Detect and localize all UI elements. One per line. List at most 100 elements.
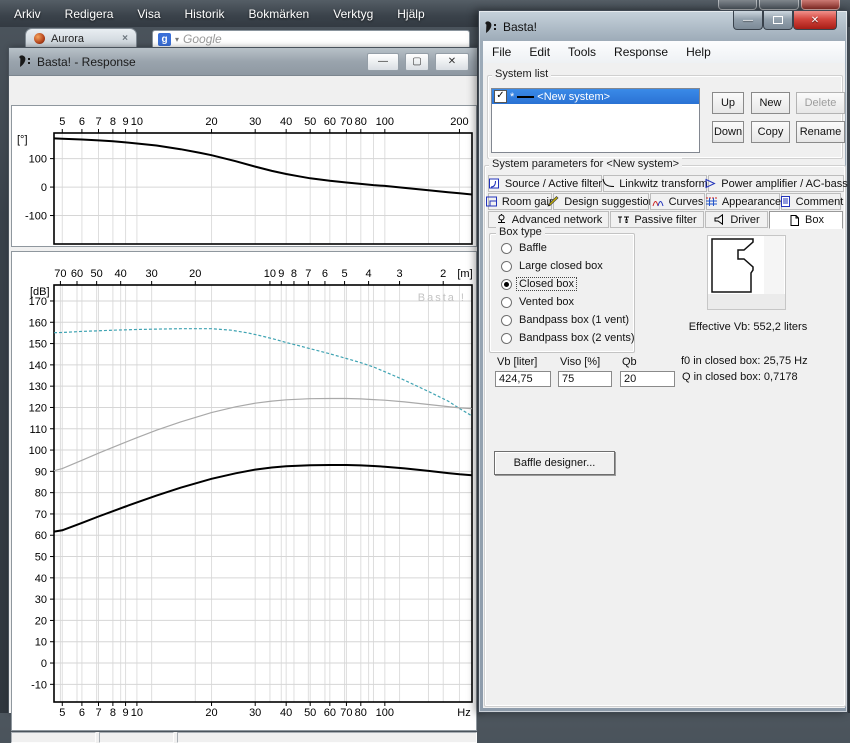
radio-icon[interactable]: [501, 333, 512, 344]
menu-edit[interactable]: Edit: [520, 45, 559, 59]
radio-icon[interactable]: [501, 315, 512, 326]
browser-maximize-button[interactable]: [759, 0, 798, 10]
svg-text:7: 7: [305, 268, 311, 280]
radio-bandpass-1[interactable]: Bandpass box (1 vent): [501, 313, 631, 327]
browser-tab-aurora[interactable]: Aurora ×: [25, 28, 137, 48]
svg-text:60: 60: [324, 116, 336, 128]
baffle-designer-button[interactable]: Baffle designer...: [494, 451, 615, 475]
minimize-button[interactable]: —: [367, 53, 399, 71]
tab-label: Passive filter: [634, 214, 696, 226]
browser-menu-bokmarken[interactable]: Bokmärken: [249, 7, 310, 21]
minimize-button[interactable]: —: [733, 11, 763, 30]
tab-driver[interactable]: Driver: [705, 211, 768, 228]
tab-curves[interactable]: Curves: [650, 193, 705, 210]
svg-text:10: 10: [35, 637, 47, 649]
tab-passive-filter[interactable]: Passive filter: [610, 211, 704, 228]
up-button[interactable]: Up: [712, 92, 744, 114]
svg-text:8: 8: [110, 707, 116, 719]
copy-button[interactable]: Copy: [751, 121, 790, 143]
browser-menu-historik[interactable]: Historik: [185, 7, 225, 21]
tab-comment[interactable]: Comment: [781, 193, 841, 210]
svg-text:2: 2: [440, 268, 446, 280]
system-list-item-selected[interactable]: ✓ * <New system>: [492, 89, 699, 104]
amplifier-triangle-icon: [704, 178, 717, 189]
radio-bandpass-2[interactable]: Bandpass box (2 vents): [501, 331, 637, 345]
system-checkbox-checked[interactable]: ✓: [494, 90, 507, 103]
radio-icon[interactable]: [501, 297, 512, 308]
browser-menu-hjalp[interactable]: Hjälp: [397, 7, 424, 21]
close-button[interactable]: ✕: [793, 11, 837, 30]
browser-close-button[interactable]: [801, 0, 840, 10]
qb-label: Qb: [622, 356, 637, 368]
radio-baffle[interactable]: Baffle: [501, 241, 549, 255]
menu-tools[interactable]: Tools: [559, 45, 605, 59]
box-icon: [788, 215, 801, 226]
svg-text:30: 30: [249, 707, 261, 719]
vb-input[interactable]: 424,75: [495, 371, 551, 387]
qb-input[interactable]: 20: [620, 371, 675, 387]
close-button[interactable]: ✕: [435, 53, 469, 71]
tab-box[interactable]: Box: [769, 211, 843, 229]
browser-menu-redigera[interactable]: Redigera: [65, 7, 114, 21]
google-icon: g: [158, 33, 171, 46]
browser-search-box[interactable]: g ▾ Google: [152, 30, 470, 48]
svg-text:70: 70: [340, 707, 352, 719]
svg-text:6: 6: [322, 268, 328, 280]
viso-input[interactable]: 75: [558, 371, 612, 387]
menu-file[interactable]: File: [483, 45, 520, 59]
svg-text:30: 30: [249, 116, 261, 128]
browser-minimize-button[interactable]: [718, 0, 757, 10]
system-listbox[interactable]: ✓ * <New system>: [491, 88, 700, 153]
vb-label: Vb [liter]: [497, 356, 537, 368]
svg-text:80: 80: [35, 488, 47, 500]
linkwitz-curve-icon: [602, 178, 615, 189]
response-titlebar[interactable]: Basta! - Response — ▢ ✕: [9, 48, 477, 76]
svg-text:6: 6: [79, 116, 85, 128]
browser-menu-arkiv[interactable]: Arkiv: [14, 7, 41, 21]
tab-source-active-filter[interactable]: Source / Active filter: [488, 175, 602, 192]
menu-response[interactable]: Response: [605, 45, 677, 59]
tab-label: Curves: [669, 196, 704, 208]
radio-icon-selected[interactable]: [501, 279, 512, 290]
svg-text:80: 80: [355, 116, 367, 128]
tab-linkwitz-transform[interactable]: Linkwitz transform: [603, 175, 707, 192]
tab-design-suggestion[interactable]: Design suggestion: [553, 193, 649, 210]
rename-button[interactable]: Rename: [796, 121, 845, 143]
maximize-button[interactable]: ▢: [405, 53, 429, 71]
search-engine-dropdown-icon[interactable]: ▾: [175, 35, 179, 44]
tab-power-amplifier[interactable]: Power amplifier / AC-bass: [708, 175, 844, 192]
radio-icon[interactable]: [501, 243, 512, 254]
curve-color-sample: [517, 96, 534, 98]
tab-appearance[interactable]: Appearance: [706, 193, 780, 210]
maximize-button[interactable]: [763, 11, 793, 30]
browser-menu-visa[interactable]: Visa: [137, 7, 160, 21]
browser-menu-verktyg[interactable]: Verktyg: [333, 7, 373, 21]
svg-text:9: 9: [123, 116, 129, 128]
radio-vented-box[interactable]: Vented box: [501, 295, 576, 309]
radio-large-closed-box[interactable]: Large closed box: [501, 259, 605, 273]
svg-text:Basta !: Basta !: [418, 292, 466, 304]
radio-closed-box[interactable]: Closed box: [501, 277, 576, 291]
new-button[interactable]: New: [751, 92, 790, 114]
radio-icon[interactable]: [501, 261, 512, 272]
svg-text:-10: -10: [31, 679, 47, 691]
radio-label: Closed box: [517, 278, 576, 290]
down-button[interactable]: Down: [712, 121, 744, 143]
tab-room-gain[interactable]: Room gain: [488, 193, 552, 210]
svg-text:70: 70: [340, 116, 352, 128]
menu-help[interactable]: Help: [677, 45, 720, 59]
system-list-label: System list: [492, 68, 551, 80]
browser-window-controls[interactable]: [718, 0, 840, 10]
basta-app-icon: [483, 20, 497, 35]
f0-readout: f0 in closed box: 25,75 Hz: [681, 355, 808, 367]
q-readout: Q in closed box: 0,7178: [682, 371, 798, 383]
tab-label: Linkwitz transform: [619, 178, 708, 190]
svg-text:10: 10: [131, 707, 143, 719]
tab-close-icon[interactable]: ×: [122, 33, 128, 44]
svg-text:9: 9: [123, 707, 129, 719]
viso-label: Viso [%]: [560, 356, 600, 368]
curves-icon: [652, 196, 665, 207]
svg-text:[m]: [m]: [457, 268, 472, 280]
svg-text:100: 100: [376, 707, 394, 719]
response-window: Basta! - Response — ▢ ✕ 5678910203040506…: [8, 47, 478, 713]
